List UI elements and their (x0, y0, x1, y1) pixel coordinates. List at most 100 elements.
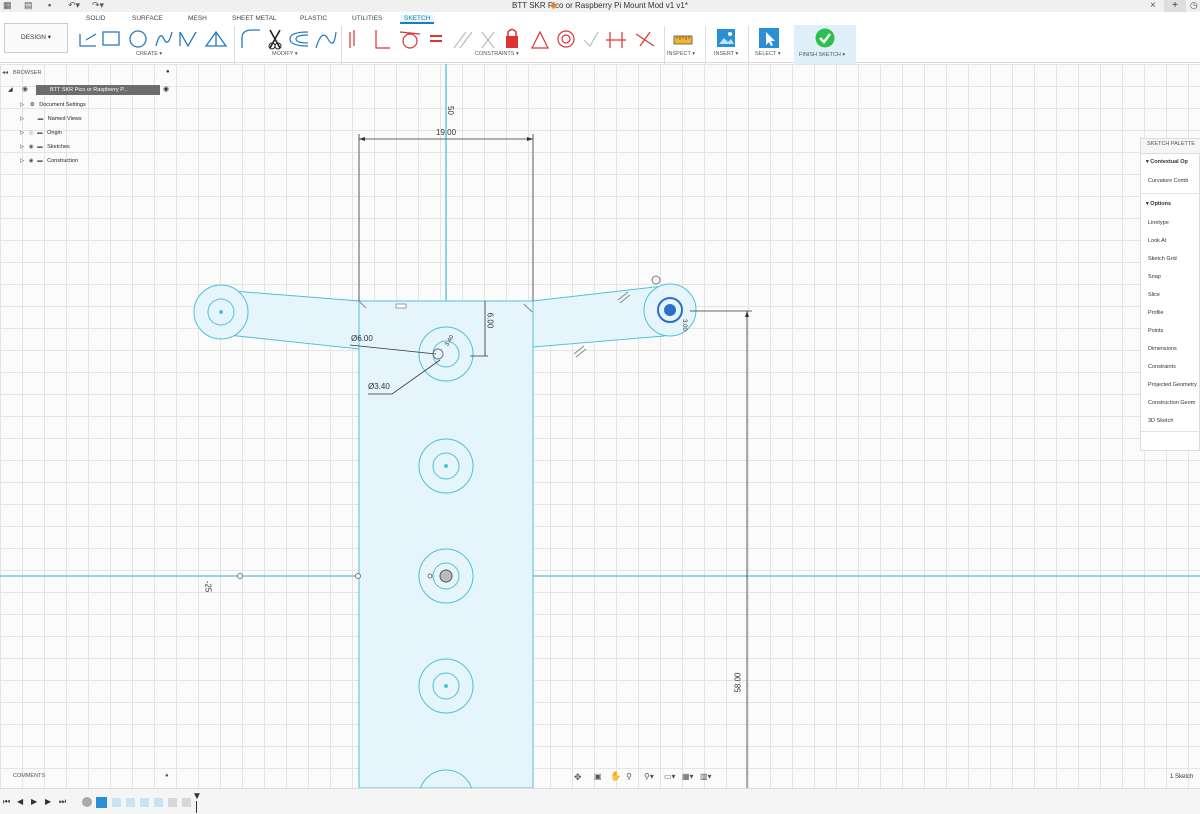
timeline-bar: ⏮ ◀ ▶ ▶ ⏭ ▼ (0, 788, 1200, 814)
go-to-end-icon[interactable]: ⏭ (59, 797, 66, 807)
clock-icon[interactable]: ◷ (1190, 0, 1198, 11)
orbit-icon[interactable]: ✥ (574, 772, 582, 783)
radio-active-icon[interactable]: ◉ (163, 85, 169, 93)
palette-option-construction-geometry[interactable]: Construction Geom (1148, 400, 1195, 406)
modify-menu[interactable]: MODIFY ▾ (272, 51, 298, 57)
timeline-feature[interactable] (168, 798, 177, 807)
new-tab-button[interactable]: + (1164, 0, 1186, 12)
fit-icon[interactable]: ⚲▾ (644, 772, 654, 781)
modify-tools[interactable] (238, 26, 338, 52)
create-tools[interactable] (76, 26, 234, 52)
sketch-canvas[interactable]: 19.00 50 -25 Ø6.00 Ø3.40 6.00 58.00 3.00… (0, 64, 1200, 788)
dimension-small-diameter[interactable]: Ø3.40 (368, 382, 390, 391)
palette-title: SKETCH PALETTE (1147, 141, 1195, 147)
document-cube-icon: ◆ (550, 0, 557, 10)
divider (1141, 193, 1200, 194)
palette-option-constraints[interactable]: Constraints (1148, 364, 1176, 370)
tab-solid[interactable]: SOLID (86, 15, 106, 22)
sketch-geometry[interactable] (0, 64, 1200, 788)
workspace-switcher[interactable]: DESIGN ▾ (4, 23, 68, 53)
tab-mesh[interactable]: MESH (188, 15, 207, 22)
dimension-hole-diameter[interactable]: Ø6.00 (351, 334, 373, 343)
palette-option-points[interactable]: Points (1148, 328, 1163, 334)
expand-arrow-icon[interactable]: ▷ (20, 130, 24, 136)
browser-pin-icon[interactable]: ● (166, 69, 170, 75)
browser-root-item[interactable]: BTT SKR Pico or Raspberry P... (36, 85, 160, 95)
insert-menu[interactable]: INSERT ▾ (714, 51, 738, 57)
timeline-body-feature[interactable] (82, 797, 92, 807)
sketch-palette: SKETCH PALETTE ▾ Contextual Op Curvature… (1140, 138, 1200, 451)
viewports-icon[interactable]: ▥▾ (700, 772, 712, 781)
palette-option-profile[interactable]: Profile (1148, 310, 1164, 316)
select-arrow-icon[interactable] (758, 27, 780, 49)
display-settings-icon[interactable]: ▭▾ (664, 772, 676, 781)
comments-title: COMMENTS (13, 773, 46, 779)
tab-plastic[interactable]: PLASTIC (300, 15, 327, 22)
expand-arrow-icon[interactable]: ▷ (20, 144, 24, 150)
browser-item-sketches[interactable]: ▷ ◉ ▬ Sketches (20, 141, 180, 153)
palette-option-look-at[interactable]: Look At (1148, 238, 1166, 244)
visibility-eye-icon[interactable]: ◉ (29, 158, 34, 164)
tab-sketch[interactable]: SKETCH (400, 15, 435, 24)
browser-item-named-views[interactable]: ▷ ▬ Named Views (20, 113, 180, 125)
dimension-vertical[interactable]: 58.00 (734, 672, 743, 692)
dimension-right-small[interactable]: 3.00 (681, 319, 687, 331)
palette-option-sketch-grid[interactable]: Sketch Grid (1148, 256, 1177, 262)
palette-option-slice[interactable]: Slice (1148, 292, 1160, 298)
comments-pin-icon[interactable]: ● (165, 773, 169, 779)
palette-option-3d-sketch[interactable]: 3D Sketch (1148, 418, 1173, 424)
timeline-features[interactable] (82, 797, 202, 809)
collapse-browser-icon[interactable]: ◂◂ (2, 69, 8, 76)
palette-section-options[interactable]: ▾ Options (1146, 201, 1171, 207)
measure-icon[interactable] (672, 30, 694, 48)
play-icon[interactable]: ▶ (31, 797, 37, 806)
expand-arrow-icon[interactable]: ▷ (20, 158, 24, 164)
palette-option-linetype[interactable]: Linetype (1148, 220, 1169, 226)
browser-item-origin[interactable]: ▷ ◎ ▬ Origin (20, 127, 180, 139)
visibility-eye-icon[interactable]: ◉ (22, 85, 28, 93)
tab-sheet-metal[interactable]: SHEET METAL (232, 15, 277, 22)
expand-icon[interactable]: ◢ (8, 86, 13, 93)
select-menu[interactable]: SELECT ▾ (755, 51, 781, 57)
expand-arrow-icon[interactable]: ▷ (20, 102, 24, 108)
dimension-offset[interactable]: 6.00 (485, 313, 494, 329)
palette-option-dimensions[interactable]: Dimensions (1148, 346, 1177, 352)
look-at-icon[interactable]: ▣ (594, 772, 602, 781)
step-back-icon[interactable]: ◀ (17, 797, 23, 806)
insert-image-icon[interactable] (716, 28, 736, 48)
timeline-feature[interactable] (182, 798, 191, 807)
dimension-width[interactable]: 19.00 (436, 128, 456, 137)
expand-arrow-icon[interactable]: ▷ (20, 116, 24, 122)
tab-utilities[interactable]: UTILITIES (352, 15, 382, 22)
go-to-start-icon[interactable]: ⏮ (3, 797, 10, 807)
timeline-sketch[interactable] (140, 798, 149, 807)
hidden-eye-icon[interactable]: ◎ (29, 130, 34, 136)
tab-surface[interactable]: SURFACE (132, 15, 163, 22)
timeline-sketch[interactable] (154, 798, 163, 807)
timeline-sketch[interactable] (126, 798, 135, 807)
pan-icon[interactable]: ✋ (610, 771, 621, 782)
comments-panel[interactable]: COMMENTS ● (0, 770, 178, 786)
create-menu[interactable]: CREATE ▾ (136, 51, 162, 57)
grid-settings-icon[interactable]: ▦▾ (682, 772, 694, 781)
palette-option-curvature-comb[interactable]: Curvature Comb (1148, 178, 1188, 184)
zoom-icon[interactable]: ⚲ (626, 772, 632, 781)
palette-option-projected-geometry[interactable]: Projected Geometry (1148, 382, 1197, 388)
constraint-tools[interactable] (344, 26, 664, 52)
visibility-eye-icon[interactable]: ◉ (29, 144, 34, 150)
inspect-menu[interactable]: INSPECT ▾ (667, 51, 695, 57)
timeline-active-sketch[interactable] (96, 797, 107, 808)
browser-title: BROWSER (13, 70, 42, 76)
timeline-sketch[interactable] (112, 798, 121, 807)
step-forward-icon[interactable]: ▶ (45, 797, 51, 806)
browser-item-document-settings[interactable]: ▷ ⚙ Document Settings (20, 99, 180, 111)
axis-label-left: -25 (203, 580, 213, 593)
palette-option-snap[interactable]: Snap (1148, 274, 1161, 280)
toolbar-ribbon: SOLID SURFACE MESH SHEET METAL PLASTIC U… (0, 12, 1200, 73)
constraints-menu[interactable]: CONSTRAINTS ▾ (475, 51, 519, 57)
folder-icon: ▬ (37, 130, 43, 136)
separator (234, 26, 235, 64)
palette-section-contextual[interactable]: ▾ Contextual Op (1146, 159, 1188, 165)
browser-item-construction[interactable]: ▷ ◉ ▬ Construction (20, 155, 180, 167)
close-tab-icon[interactable]: × (1150, 0, 1156, 11)
